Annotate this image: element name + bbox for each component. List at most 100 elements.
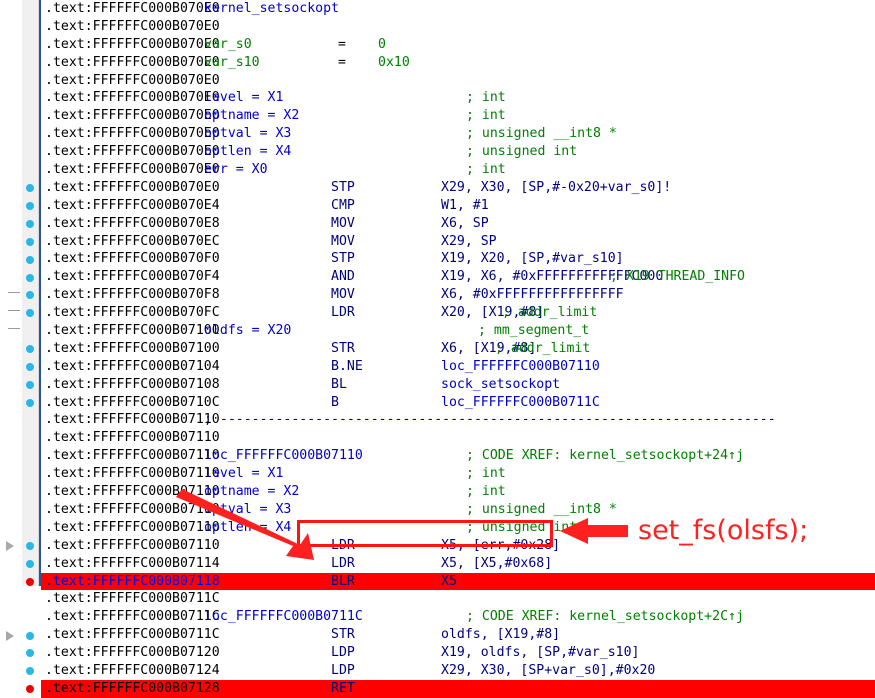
instruction-mnemonic[interactable]: MOV [331, 215, 355, 233]
disasm-line[interactable]: .text:FFFFFFC000B070F8 MOV X6, #0xFFFFFFFF… [41, 286, 875, 304]
disasm-line[interactable]: .text:FFFFFFC000B070E0 optname = X2 ; int [41, 107, 875, 125]
line-label[interactable]: var_s0 [204, 36, 252, 54]
disasm-line[interactable]: .text:FFFFFFC000B07100 oldfs = X20 ; mm_se… [41, 322, 875, 340]
instruction-operands[interactable]: X5, [X5,#0x68] [441, 555, 552, 573]
instruction-mnemonic[interactable]: LDP [331, 662, 355, 680]
instruction-mnemonic[interactable]: STP [331, 179, 355, 197]
line-label[interactable]: level = X1 [204, 89, 283, 107]
executable-line-dot[interactable] [26, 667, 34, 676]
disasm-line[interactable]: .text:FFFFFFC000B07104 B.NE loc_FFFFFFC000… [41, 358, 875, 376]
instruction-operands[interactable]: oldfs, [X19,#8] [441, 626, 560, 644]
line-label[interactable]: oldfs = X20 [204, 322, 291, 340]
instruction-operands[interactable]: W1, #1 [441, 197, 489, 215]
instruction-operands[interactable]: X19, oldfs, [SP,#var_s10] [441, 644, 640, 662]
line-label[interactable]: var_s10 [204, 54, 260, 72]
breakpoint-dot[interactable] [26, 685, 34, 694]
executable-line-dot[interactable] [26, 398, 34, 407]
instruction-operands[interactable]: X29, SP [441, 233, 497, 251]
disasm-line[interactable]: .text:FFFFFFC000B070FC LDR X20, [X19,#8]; … [41, 304, 875, 322]
instruction-mnemonic[interactable]: MOV [331, 233, 355, 251]
instruction-mnemonic[interactable]: B.NE [331, 358, 363, 376]
disasm-line[interactable]: .text:FFFFFFC000B070E0 optlen = X4 ; unsig… [41, 143, 875, 161]
disasm-line[interactable]: .text:FFFFFFC000B07110 [41, 429, 875, 447]
instruction-mnemonic[interactable]: LDR [331, 555, 355, 573]
executable-line-dot[interactable] [26, 219, 34, 228]
disasm-line[interactable]: .text:FFFFFFC000B070E0 level = X1 ; int [41, 89, 875, 107]
line-label[interactable]: loc_FFFFFFC000B0711C [204, 608, 363, 626]
disasm-line[interactable]: .text:FFFFFFC000B07110 optval = X3 ; unsig… [41, 501, 875, 519]
disasm-line[interactable]: .text:FFFFFFC000B070E0 err = X0 ; int [41, 161, 875, 179]
disasm-line[interactable]: .text:FFFFFFC000B07100 STR X6, [X19,#8]; a… [41, 340, 875, 358]
executable-line-dot[interactable] [26, 273, 34, 282]
disasm-line[interactable]: .text:FFFFFFC000B07110 optlen = X4 ; unsig… [41, 519, 875, 537]
executable-line-dot[interactable] [26, 559, 34, 568]
disasm-line[interactable]: .text:FFFFFFC000B070E0 [41, 72, 875, 90]
disasm-line[interactable]: .text:FFFFFFC000B070E4 CMP W1, #1 [41, 197, 875, 215]
disasm-line[interactable]: .text:FFFFFFC000B0710C Bloc_FFFFFFC000B07… [41, 394, 875, 412]
disasm-line[interactable]: .text:FFFFFFC000B070F4 AND X19, X6, #0xFFF… [41, 268, 875, 286]
disasm-line[interactable]: .text:FFFFFFC000B07110 level = X1 ; int [41, 465, 875, 483]
disasm-line[interactable]: .text:FFFFFFC000B07128 RET [41, 679, 875, 698]
disasm-line[interactable]: .text:FFFFFFC000B07110 LDR X5, [err,#0x28] [41, 537, 875, 555]
line-label[interactable]: optval = X3 [204, 125, 291, 143]
instruction-operands[interactable]: X6, #0xFFFFFFFFFFFFFFFF [441, 286, 624, 304]
disasm-line[interactable]: .text:FFFFFFC000B07110 loc_FFFFFFC000B071… [41, 447, 875, 465]
executable-line-dot[interactable] [26, 184, 34, 192]
executable-line-dot[interactable] [26, 380, 34, 389]
disasm-line[interactable]: .text:FFFFFFC000B070E0 kernel_setsockopt [41, 0, 875, 18]
executable-line-dot[interactable] [26, 542, 34, 550]
instruction-mnemonic[interactable]: STP [331, 250, 355, 268]
instruction-mnemonic[interactable]: MOV [331, 286, 355, 304]
line-label[interactable]: loc_FFFFFFC000B07110 [204, 447, 363, 465]
executable-line-dot[interactable] [26, 255, 34, 264]
line-label[interactable]: kernel_setsockopt [204, 0, 339, 18]
line-label[interactable]: err = X0 [204, 161, 268, 179]
executable-line-dot[interactable] [26, 237, 34, 246]
disasm-line[interactable]: .text:FFFFFFC000B0711C loc_FFFFFFC000B071… [41, 608, 875, 626]
disasm-line[interactable]: .text:FFFFFFC000B0711C STR oldfs, [X19,#8] [41, 626, 875, 644]
line-label[interactable]: optlen = X4 [204, 519, 291, 537]
breakpoint-dot[interactable] [26, 577, 34, 586]
disasm-line[interactable]: .text:FFFFFFC000B070E0 [41, 18, 875, 36]
line-label[interactable]: level = X1 [204, 465, 283, 483]
instruction-mnemonic[interactable]: AND [331, 268, 355, 286]
disasm-line[interactable]: .text:FFFFFFC000B07118 BLR X5 [41, 572, 875, 591]
instruction-operands[interactable]: loc_FFFFFFC000B07110 [441, 358, 600, 376]
disasm-line[interactable]: .text:FFFFFFC000B070E0 optval = X3 ; unsig… [41, 125, 875, 143]
disassembly-listing[interactable]: .text:FFFFFFC000B070E0 kernel_setsockopt.… [41, 0, 875, 698]
instruction-mnemonic[interactable]: LDR [331, 537, 355, 555]
disasm-line[interactable]: .text:FFFFFFC000B070EC MOV X29, SP [41, 233, 875, 251]
instruction-mnemonic[interactable]: CMP [331, 197, 355, 215]
line-label[interactable]: optname = X2 [204, 107, 299, 125]
instruction-operands[interactable]: X5 [441, 573, 457, 591]
disasm-line[interactable]: .text:FFFFFFC000B070E0 STP X29, X30, [SP,#… [41, 179, 875, 197]
instruction-operands[interactable]: X29, X30, [SP,#-0x20+var_s0]! [441, 179, 671, 197]
executable-line-dot[interactable] [26, 363, 34, 371]
instruction-mnemonic[interactable]: LDR [331, 304, 355, 322]
line-label[interactable]: optlen = X4 [204, 143, 291, 161]
executable-line-dot[interactable] [26, 649, 34, 658]
executable-line-dot[interactable] [26, 201, 34, 210]
disasm-line[interactable]: .text:FFFFFFC000B070E8 MOV X6, SP [41, 215, 875, 233]
instruction-mnemonic[interactable]: LDP [331, 644, 355, 662]
line-label[interactable]: optval = X3 [204, 501, 291, 519]
instruction-operands[interactable]: X29, X30, [SP+var_s0],#0x20 [441, 662, 655, 680]
instruction-operands[interactable]: X6, SP [441, 215, 489, 233]
executable-line-dot[interactable] [26, 631, 34, 640]
disasm-line[interactable]: .text:FFFFFFC000B07110 optname = X2 ; int [41, 483, 875, 501]
instruction-mnemonic[interactable]: BLR [331, 573, 355, 591]
line-label[interactable]: optname = X2 [204, 483, 299, 501]
disasm-line[interactable]: .text:FFFFFFC000B070E0 var_s10 = 0x10 [41, 54, 875, 72]
instruction-operands[interactable]: X19, X20, [SP,#var_s10] [441, 250, 624, 268]
instruction-operands[interactable]: sock_setsockopt [441, 376, 560, 394]
instruction-mnemonic[interactable]: B [331, 394, 339, 412]
instruction-operands[interactable]: loc_FFFFFFC000B0711C [441, 394, 600, 412]
disasm-line[interactable]: .text:FFFFFFC000B07108 BL sock_setsockopt [41, 376, 875, 394]
disasm-line[interactable]: .text:FFFFFFC000B07114 LDR X5, [X5,#0x68] [41, 555, 875, 573]
instruction-mnemonic[interactable]: RET [331, 680, 355, 698]
instruction-mnemonic[interactable]: STR [331, 626, 355, 644]
disasm-line[interactable]: .text:FFFFFFC000B070F0 STP X19, X20, [SP,#… [41, 250, 875, 268]
disasm-line[interactable]: .text:FFFFFFC000B07124 LDP X29, X30, [SP+v… [41, 662, 875, 680]
disasm-line[interactable]: .text:FFFFFFC000B07110; ----------------… [41, 411, 875, 429]
disasm-line[interactable]: .text:FFFFFFC000B070E0 var_s0 = 0 [41, 36, 875, 54]
